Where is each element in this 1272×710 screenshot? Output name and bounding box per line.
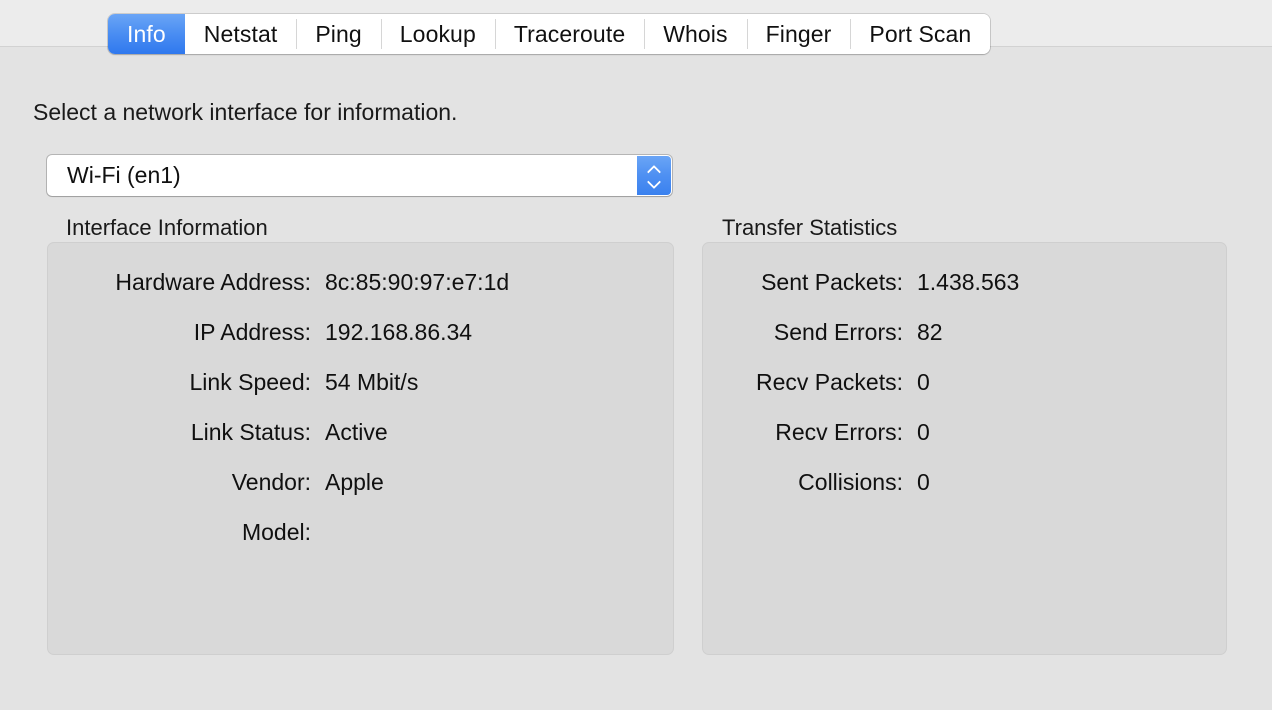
network-utility-window: InfoNetstatPingLookupTracerouteWhoisFing… — [0, 0, 1272, 710]
info-row-label: Model: — [81, 519, 311, 546]
info-row-value: Apple — [311, 469, 384, 496]
info-row-label: Collisions: — [733, 469, 903, 496]
tab-lookup[interactable]: Lookup — [381, 14, 495, 54]
chevron-up-icon — [648, 166, 661, 174]
info-row-label: Recv Errors: — [733, 419, 903, 446]
info-row-value: 54 Mbit/s — [311, 369, 418, 396]
info-row-label: Sent Packets: — [733, 269, 903, 296]
tab-bar: InfoNetstatPingLookupTracerouteWhoisFing… — [108, 14, 990, 54]
info-row-label: Send Errors: — [733, 319, 903, 346]
info-row-label: Hardware Address: — [81, 269, 311, 296]
tab-netstat[interactable]: Netstat — [185, 14, 297, 54]
info-row: Send Errors:82 — [733, 319, 1272, 349]
tab-info[interactable]: Info — [108, 14, 185, 54]
info-row-value: 0 — [903, 419, 930, 446]
interface-information-title: Interface Information — [66, 215, 268, 241]
chevron-down-icon — [648, 178, 661, 186]
info-row-value: 0 — [903, 369, 930, 396]
tab-traceroute[interactable]: Traceroute — [495, 14, 644, 54]
info-row: Collisions:0 — [733, 469, 1272, 499]
tab-whois[interactable]: Whois — [644, 14, 746, 54]
info-row: Recv Errors:0 — [733, 419, 1272, 449]
info-row: Recv Packets:0 — [733, 369, 1272, 399]
info-row-label: Recv Packets: — [733, 369, 903, 396]
interface-select-value: Wi-Fi (en1) — [47, 162, 672, 189]
info-row-value: 8c:85:90:97:e7:1d — [311, 269, 509, 296]
tab-port-scan[interactable]: Port Scan — [850, 14, 990, 54]
info-row-label: Vendor: — [81, 469, 311, 496]
transfer-statistics-title: Transfer Statistics — [722, 215, 897, 241]
info-row-value: 192.168.86.34 — [311, 319, 472, 346]
interface-select[interactable]: Wi-Fi (en1) — [47, 155, 672, 196]
instruction-label: Select a network interface for informati… — [33, 99, 457, 126]
info-row-label: IP Address: — [81, 319, 311, 346]
info-row-value: 0 — [903, 469, 930, 496]
info-row-value: Active — [311, 419, 388, 446]
info-row-value: 1.438.563 — [903, 269, 1019, 296]
tab-finger[interactable]: Finger — [747, 14, 851, 54]
tab-ping[interactable]: Ping — [296, 14, 380, 54]
info-row-label: Link Speed: — [81, 369, 311, 396]
interface-select-stepper[interactable] — [637, 156, 671, 195]
info-row-label: Link Status: — [81, 419, 311, 446]
info-row-value: 82 — [903, 319, 943, 346]
info-row: Sent Packets:1.438.563 — [733, 269, 1272, 299]
